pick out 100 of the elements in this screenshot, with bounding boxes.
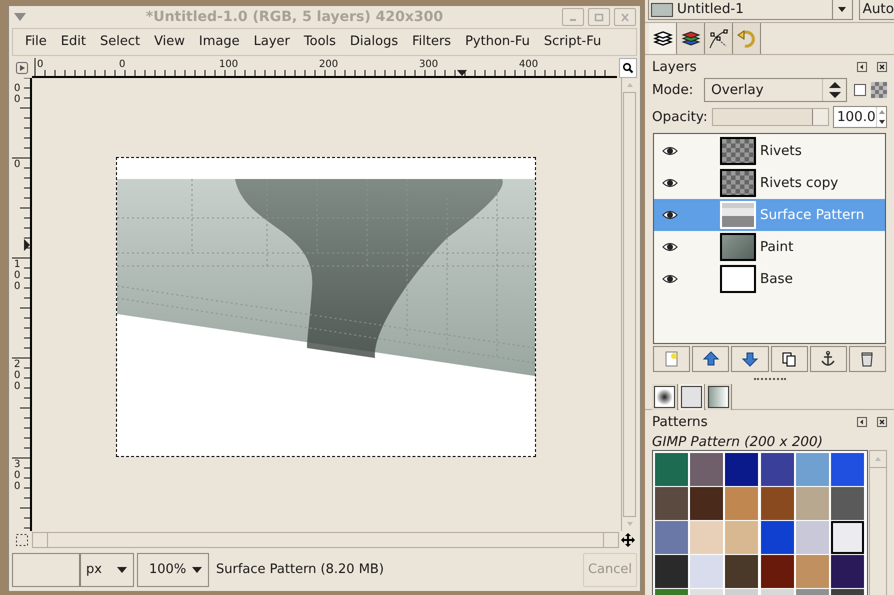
menu-item[interactable]: Filters (412, 32, 452, 52)
caret-icon[interactable] (838, 7, 846, 12)
undo-icon[interactable] (736, 28, 756, 48)
pointer-marker-icon (457, 70, 467, 76)
layer-row[interactable]: Rivets (654, 135, 885, 167)
pattern-swatch[interactable] (760, 521, 794, 554)
image-dropdown[interactable]: Untitled-1 (648, 0, 853, 20)
layer-thumbnail (720, 137, 756, 165)
pattern-swatch[interactable] (796, 453, 829, 486)
down-arrow-icon[interactable] (740, 350, 759, 368)
pattern-swatch[interactable] (831, 521, 864, 554)
channels-tab[interactable] (677, 23, 705, 54)
menu-item[interactable]: Script-Fu (544, 32, 602, 52)
unit-dropdown[interactable]: px (80, 553, 134, 587)
minimize-button[interactable] (562, 8, 584, 26)
pattern-swatch[interactable] (690, 555, 724, 588)
layers-tab[interactable] (649, 23, 677, 54)
horizontal-ruler[interactable]: 0 0 100 200 300 400 (32, 58, 617, 78)
maximize-icon[interactable] (593, 12, 605, 22)
field-label: Opacity: (652, 108, 708, 127)
eye-icon[interactable] (662, 274, 678, 284)
eye-icon[interactable] (662, 178, 678, 188)
increment-icon[interactable] (878, 110, 884, 114)
caret-icon[interactable] (117, 567, 127, 573)
pattern-swatch[interactable] (690, 453, 724, 486)
up-arrow-icon[interactable] (702, 350, 720, 368)
panel-menu-icon[interactable] (857, 417, 867, 427)
pattern-swatch[interactable] (760, 555, 794, 588)
layer-row[interactable]: Rivets copy (654, 167, 885, 199)
menu-item[interactable]: File (25, 32, 47, 52)
ruler-label: 300 (419, 59, 438, 70)
pattern-swatch[interactable] (690, 521, 724, 554)
menu-item[interactable]: Layer (254, 32, 290, 52)
pattern-swatch[interactable] (796, 521, 829, 554)
pattern-swatch[interactable] (796, 487, 829, 520)
channels-icon[interactable] (680, 30, 700, 48)
pattern-name: GIMP Pattern (200 x 200) (651, 433, 824, 450)
layer-row[interactable]: Base (654, 263, 885, 295)
caret-icon[interactable] (192, 567, 202, 573)
gradient-tab[interactable] (706, 384, 732, 410)
pattern-swatch[interactable] (725, 453, 758, 486)
pointer-marker-icon (24, 239, 30, 251)
pattern-swatch[interactable] (725, 521, 758, 554)
menu-item[interactable]: Python-Fu (465, 32, 530, 52)
transparency-icon (871, 82, 887, 98)
stepper-icon[interactable] (828, 81, 842, 99)
ruler-label: 100 (14, 259, 22, 292)
status-message: Surface Pattern (8.20 MB) (215, 561, 385, 580)
close-icon[interactable] (877, 417, 887, 427)
pattern-swatch[interactable] (655, 453, 688, 486)
ruler-label: 100 (219, 59, 238, 70)
window-menu-icon[interactable] (13, 12, 27, 22)
close-button[interactable] (614, 8, 636, 26)
close-icon[interactable] (877, 62, 887, 72)
pattern-swatch[interactable] (655, 555, 688, 588)
image-thumbnail (651, 2, 673, 16)
pattern-swatch[interactable] (796, 555, 829, 588)
menu-item[interactable]: Dialogs (350, 32, 398, 52)
brush-tab[interactable] (652, 384, 678, 410)
pattern-swatch[interactable] (831, 487, 864, 520)
slider-thumb[interactable] (812, 109, 828, 125)
layers-icon[interactable] (652, 30, 672, 48)
mode-dropdown[interactable]: Overlay (704, 78, 848, 102)
pattern-swatch[interactable] (690, 487, 724, 520)
ruler-label: 0 (14, 159, 22, 170)
layer-row[interactable]: Paint (654, 231, 885, 263)
opacity-spinbox[interactable]: 100.0 (832, 106, 887, 128)
auto-button[interactable]: Auto (858, 0, 894, 20)
zoom-icon[interactable] (619, 58, 637, 78)
pattern-swatch[interactable] (655, 487, 688, 520)
layer-thumbnail (720, 201, 756, 229)
pattern-swatch[interactable] (831, 453, 864, 486)
eye-icon[interactable] (662, 210, 678, 220)
window-title: *Untitled-1.0 (RGB, 5 layers) 420x300 (144, 8, 444, 26)
eye-icon[interactable] (662, 242, 678, 252)
anchor-icon[interactable] (819, 350, 838, 368)
navigate-icon[interactable] (619, 532, 637, 548)
pattern-swatch[interactable] (760, 453, 794, 486)
pattern-swatch[interactable] (725, 555, 758, 588)
duplicate-icon[interactable] (780, 350, 798, 368)
menu-item[interactable]: Select (100, 32, 140, 52)
menu-item[interactable]: Image (198, 32, 240, 52)
opacity-slider[interactable] (712, 108, 829, 126)
ruler-label: 200 (319, 59, 338, 70)
maximize-button[interactable] (588, 8, 610, 26)
menu-item[interactable]: Tools (304, 32, 336, 52)
pattern-swatch[interactable] (760, 487, 794, 520)
zoom-dropdown[interactable]: 100% (137, 553, 209, 587)
pattern-swatch[interactable] (831, 555, 864, 588)
pattern-swatch[interactable] (725, 487, 758, 520)
eye-icon[interactable] (662, 146, 678, 156)
pattern-tab[interactable] (679, 384, 705, 410)
decrement-icon[interactable] (878, 120, 884, 124)
menu-item[interactable]: View (154, 32, 185, 52)
paths-tab[interactable] (705, 23, 733, 54)
keep-transparency-checkbox[interactable] (854, 84, 866, 96)
menu-item[interactable]: Edit (60, 32, 86, 52)
paths-icon[interactable] (708, 28, 730, 50)
pattern-swatch[interactable] (655, 521, 688, 554)
panel-menu-icon[interactable] (857, 62, 867, 72)
